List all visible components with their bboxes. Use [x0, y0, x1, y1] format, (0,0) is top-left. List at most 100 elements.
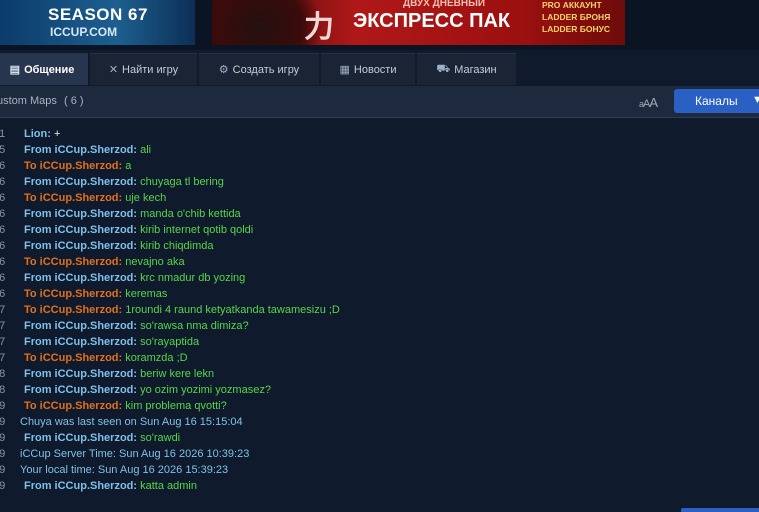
message-sender[interactable]: Lion:: [24, 128, 51, 140]
tab-chat[interactable]: ▤ Общение: [0, 53, 88, 85]
message-sender[interactable]: From iCCup.Sherzod:: [24, 368, 137, 380]
tab-create-game[interactable]: ⚙ Создать игру: [199, 53, 319, 85]
message-body: From iCCup.Sherzod: chuyaga tl bering: [24, 174, 224, 190]
chevron-down-icon: ▼: [752, 94, 759, 106]
message-text: manda o'chib kettida: [140, 208, 241, 220]
chat-icon: ▤: [9, 64, 21, 76]
message-body: To iCCup.Sherzod: nevajno aka: [24, 254, 185, 270]
message-sender[interactable]: From iCCup.Sherzod:: [24, 336, 137, 348]
message-time: :31: [0, 128, 6, 140]
main-tabs: ▤ Общение ✕ Найти игру ⚙ Создать игру ▦ …: [0, 53, 759, 85]
message-sender[interactable]: From iCCup.Sherzod:: [24, 208, 137, 220]
message-time: :36: [0, 192, 6, 204]
tab-label: Общение: [24, 63, 75, 76]
message-time: :39: [0, 480, 6, 492]
channel-title: ustom Maps ( 6 ): [0, 95, 84, 107]
system-text: Chuya was last seen on Sun Aug 16 15:15:…: [20, 416, 243, 428]
message-body: To iCCup.Sherzod: keremas: [24, 286, 167, 302]
message-sender[interactable]: From iCCup.Sherzod:: [24, 176, 137, 188]
message-body: Lion: +: [24, 126, 60, 142]
message-body: To iCCup.Sherzod: a: [24, 158, 131, 174]
promo-list: PRO АККАУНТ LADDER БРОНЯ LADDER БОНУС: [542, 0, 610, 35]
message-sender[interactable]: To iCCup.Sherzod:: [24, 400, 122, 412]
message-time: :35: [0, 144, 6, 156]
message-text: nevajno aka: [125, 256, 185, 268]
message-sender[interactable]: To iCCup.Sherzod:: [24, 256, 122, 268]
tab-shop[interactable]: ⛟ Магазин: [417, 53, 516, 85]
message-body: From iCCup.Sherzod: kirib chiqdimda: [24, 238, 214, 254]
message-time: :37: [0, 352, 6, 364]
newspaper-icon: ▦: [339, 64, 350, 76]
message-time: :36: [0, 224, 6, 236]
promo-item: LADDER БРОНЯ: [542, 12, 611, 22]
message-body: From iCCup.Sherzod: krc nmadur db yozing: [24, 270, 245, 286]
message-sender[interactable]: To iCCup.Sherzod:: [24, 304, 122, 316]
season-site: ICCUP.COM: [50, 25, 118, 39]
message-time: :37: [0, 320, 6, 332]
message-sender[interactable]: From iCCup.Sherzod:: [24, 432, 137, 444]
message-sender[interactable]: From iCCup.Sherzod:: [24, 240, 137, 252]
message-sender[interactable]: To iCCup.Sherzod:: [24, 192, 122, 204]
message-sender[interactable]: From iCCup.Sherzod:: [24, 384, 137, 396]
chat-log[interactable]: :31 Lion: +:35 From iCCup.Sherzod: ali:36 T…: [0, 118, 759, 512]
message-time: :38: [0, 368, 6, 380]
season-banner[interactable]: SEASON 67 ICCUP.COM: [0, 0, 195, 45]
message-text: uje kech: [125, 192, 167, 204]
message-time: :39: [0, 448, 6, 460]
message-time: :36: [0, 160, 6, 172]
message-text: +: [53, 128, 61, 140]
message-body: From iCCup.Sherzod: so'rayaptida: [24, 334, 199, 350]
message-text: chuyaga tl bering: [140, 176, 224, 188]
message-body: To iCCup.Sherzod: uje kech: [24, 190, 166, 206]
express-title: ЭКСПРЕСС ПАК: [353, 10, 511, 32]
message-time: :36: [0, 272, 6, 284]
message-body: From iCCup.Sherzod: manda o'chib kettida: [24, 206, 241, 222]
message-time: :39: [0, 464, 6, 476]
message-sender[interactable]: From iCCup.Sherzod:: [24, 320, 137, 332]
tab-label: Найти игру: [122, 63, 179, 76]
message-body: To iCCup.Sherzod: koramzda ;D: [24, 350, 188, 366]
channels-button[interactable]: Каналы ▼: [674, 89, 759, 113]
message-sender[interactable]: To iCCup.Sherzod:: [24, 352, 122, 364]
message-text: kirib internet qotib qoldi: [140, 224, 254, 236]
system-text: Your local time: Sun Aug 16 2026 15:39:2…: [20, 464, 229, 476]
message-text: 1roundi 4 raund ketyatkanda tawamesizu ;…: [125, 304, 340, 316]
tab-label: Новости: [353, 63, 397, 76]
crossed-swords-icon: ✕: [108, 64, 119, 76]
message-body: From iCCup.Sherzod: so'rawdi: [24, 430, 180, 446]
express-subtitle: ДВУХ ДНЕВНЫЙ: [403, 0, 486, 9]
message-text: a: [125, 160, 132, 172]
express-pack-banner[interactable]: 力 ДВУХ ДНЕВНЫЙ ЭКСПРЕСС ПАК PRO АККАУНТ …: [212, 0, 625, 45]
message-sender[interactable]: To iCCup.Sherzod:: [24, 160, 122, 172]
message-sender[interactable]: From iCCup.Sherzod:: [24, 272, 137, 284]
message-body: From iCCup.Sherzod: katta admin: [24, 478, 197, 494]
message-text: yo ozim yozimi yozmasez?: [140, 384, 271, 396]
message-time: :39: [0, 400, 6, 412]
font-size-icon[interactable]: aAA: [639, 95, 658, 110]
message-sender[interactable]: From iCCup.Sherzod:: [24, 144, 137, 156]
top-banners: SEASON 67 ICCUP.COM 力 ДВУХ ДНЕВНЫЙ ЭКСПР…: [0, 0, 759, 50]
message-text: so'rawdi: [140, 432, 181, 444]
message-time: :39: [0, 416, 6, 428]
message-time: :39: [0, 432, 6, 444]
promo-item: PRO АККАУНТ: [542, 0, 602, 10]
message-sender[interactable]: From iCCup.Sherzod:: [24, 224, 137, 236]
promo-item: LADDER БОНУС: [542, 24, 611, 34]
message-body: iCCup Server Time: Sun Aug 16 2026 10:39…: [20, 446, 249, 462]
message-time: :36: [0, 256, 6, 268]
input-edge[interactable]: [681, 508, 759, 512]
tab-label: Магазин: [454, 63, 497, 76]
message-body: To iCCup.Sherzod: 1roundi 4 raund ketyat…: [24, 302, 340, 318]
message-text: beriw kere lekn: [140, 368, 215, 380]
tab-news[interactable]: ▦ Новости: [321, 53, 415, 85]
system-text: iCCup Server Time: Sun Aug 16 2026 10:39…: [20, 448, 250, 460]
message-time: :36: [0, 208, 6, 220]
message-sender[interactable]: To iCCup.Sherzod:: [24, 288, 122, 300]
message-text: koramzda ;D: [125, 352, 188, 364]
message-text: kim problema qvotti?: [125, 400, 227, 412]
message-sender[interactable]: From iCCup.Sherzod:: [24, 480, 137, 492]
channels-button-label: Каналы: [695, 94, 738, 108]
tab-find-game[interactable]: ✕ Найти игру: [90, 53, 197, 85]
message-time: :36: [0, 288, 6, 300]
message-text: kirib chiqdimda: [140, 240, 214, 252]
